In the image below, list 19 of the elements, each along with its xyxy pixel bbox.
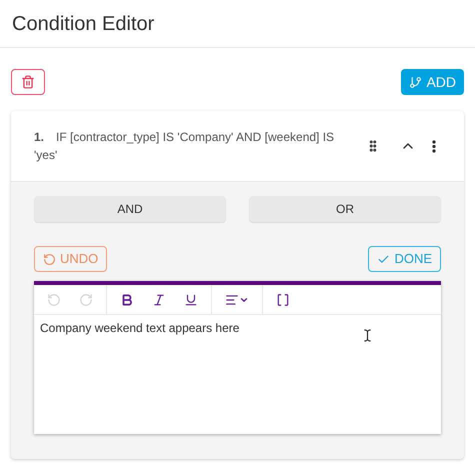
operator-button[interactable]: AND xyxy=(34,196,226,222)
underline-icon xyxy=(184,292,198,306)
trash-icon xyxy=(21,75,35,89)
undo-icon xyxy=(47,292,61,306)
vertical-dots-icon xyxy=(432,140,436,152)
bold-icon xyxy=(120,292,134,306)
editor-text: Company weekend text appears here xyxy=(40,321,240,335)
text-editor[interactable]: Company weekend text appears here xyxy=(34,281,441,434)
operator-button[interactable]: OR xyxy=(249,196,441,222)
brackets-icon xyxy=(276,292,290,306)
page-title: Condition Editor xyxy=(12,12,154,36)
delete-button[interactable] xyxy=(11,69,45,95)
branch-icon xyxy=(409,76,422,88)
undo-icon xyxy=(43,252,56,266)
condition-text: 1. IF [contractor_type] IS 'Company' AND [weekend] IS 'yes' xyxy=(34,129,336,164)
italic-icon xyxy=(152,292,166,306)
align-icon xyxy=(225,292,239,306)
check-icon xyxy=(377,252,390,266)
redo-icon xyxy=(79,292,93,306)
